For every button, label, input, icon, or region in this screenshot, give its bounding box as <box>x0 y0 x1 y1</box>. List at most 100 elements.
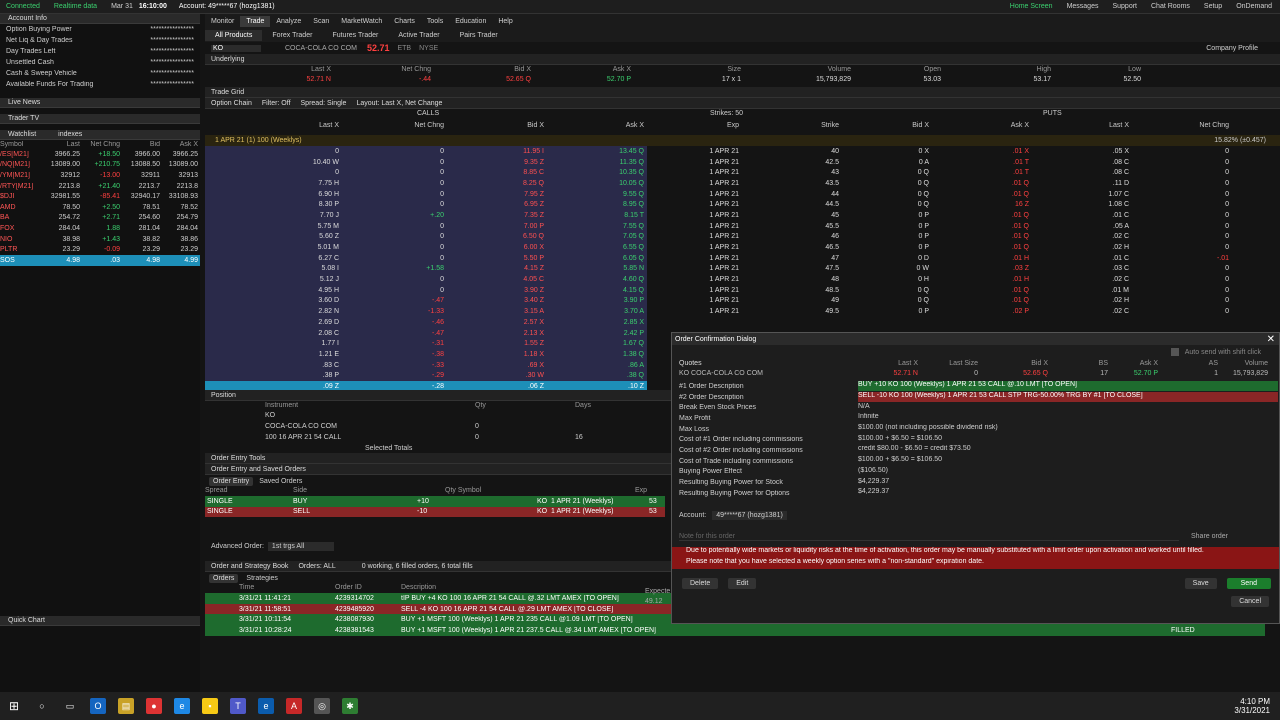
order-entry-row[interactable]: SINGLE BUY +10 KO 1 APR 21 (Weeklys) 53 <box>205 496 665 507</box>
windows-start-icon[interactable]: ⊞ <box>6 698 22 714</box>
task-view-icon[interactable]: ▭ <box>62 698 78 714</box>
spread-selector[interactable]: Spread: Single <box>301 100 347 107</box>
chain-row[interactable]: 5.60 Z 0 6.50 Q 7.05 Q 1 APR 21 46 0 P .01 Q .02… <box>205 231 1265 243</box>
order-entry-row[interactable]: SINGLE SELL -10 KO 1 APR 21 (Weeklys) 53 <box>205 506 665 518</box>
edge-icon[interactable]: e <box>174 698 190 714</box>
watchlist-row[interactable]: AMD 78.50 +2.50 78.51 78.52 <box>0 202 200 213</box>
edit-button[interactable]: Edit <box>728 578 757 590</box>
tab-strategies[interactable]: Strategies <box>246 575 278 582</box>
chrome-icon[interactable]: ● <box>146 698 162 714</box>
expiry-row[interactable]: 1 APR 21 (1) 100 (Weeklys) 15.82% (±0.45… <box>205 135 1280 146</box>
order-book-title[interactable]: Order and Strategy Book <box>211 563 288 570</box>
share-order-toggle[interactable]: Share order <box>1191 533 1228 540</box>
watchlist-row[interactable]: /YM[M21] 32912 -13.00 32911 32913 <box>0 170 200 181</box>
strikes-selector[interactable]: Strikes: 50 <box>710 110 743 117</box>
messages-link[interactable]: Messages <box>1067 3 1099 10</box>
chain-row[interactable]: 8.30 P 0 6.95 Z 8.95 Q 1 APR 21 44.5 0 Q 16 Z 1.… <box>205 199 1265 211</box>
tab-order-entry[interactable]: Order Entry <box>209 476 254 486</box>
layout-selector[interactable]: Layout: Last X, Net Change <box>356 100 442 107</box>
account-select[interactable]: 49*****67 (hozg1381) <box>712 511 787 521</box>
symbol-input[interactable]: KO <box>211 44 261 52</box>
cancel-button[interactable]: Cancel <box>1231 596 1269 608</box>
option-chain-title[interactable]: Option Chain <box>211 100 252 107</box>
live-news-header[interactable]: Live News <box>0 98 200 108</box>
account-info-header[interactable]: Account Info <box>0 14 200 24</box>
subtab-item[interactable]: Pairs Trader <box>450 30 508 41</box>
subtab-item[interactable]: All Products <box>205 29 263 41</box>
watchlist-row[interactable]: /RTY[M21] 2213.8 +21.40 2213.7 2213.8 <box>0 181 200 192</box>
company-profile-button[interactable]: Company Profile <box>1206 45 1258 52</box>
chain-row[interactable]: 6.90 H 0 7.95 Z 9.55 Q 1 APR 21 44 0 Q .01 Q 1.0… <box>205 188 1265 200</box>
tab-scan[interactable]: Scan <box>307 16 335 27</box>
save-button[interactable]: Save <box>1184 578 1217 590</box>
tab-marketwatch[interactable]: MarketWatch <box>335 16 388 27</box>
chain-row[interactable]: 4.95 H 0 3.90 Z 4.15 Q 1 APR 21 48.5 0 Q .01 Q.… <box>205 284 1265 296</box>
file-explorer-icon[interactable]: ▤ <box>118 698 134 714</box>
chain-col-header[interactable]: Strike <box>785 122 839 129</box>
tab-saved-orders[interactable]: Saved Orders <box>259 478 302 485</box>
chain-row[interactable]: 0 0 8.85 C 10.35 Q 1 APR 21 43 0 Q .01 T .08 C 0 <box>205 167 1265 179</box>
tab-charts[interactable]: Charts <box>388 16 421 27</box>
order-entry-cell[interactable]: +10 <box>417 498 429 505</box>
tab-monitor[interactable]: Monitor <box>205 16 240 27</box>
teams-icon[interactable]: T <box>230 698 246 714</box>
thinkorswim-icon[interactable]: ✱ <box>342 698 358 714</box>
watchlist-col-header[interactable]: Bid <box>120 141 160 148</box>
book-col-header[interactable]: Time <box>239 584 254 591</box>
ondemand-link[interactable]: OnDemand <box>1236 3 1272 10</box>
chain-row[interactable]: 3.60 D -.47 3.40 Z 3.90 P 1 APR 21 49 0 Q .01 Q… <box>205 295 1265 307</box>
tab-education[interactable]: Education <box>449 16 492 27</box>
chain-row[interactable]: 10.40 W 0 9.35 Z 11.35 Q 1 APR 21 42.5 0 A .01 … <box>205 156 1265 168</box>
chain-col-header[interactable]: Last X <box>1075 122 1129 129</box>
watchlist-row[interactable]: BA 254.72 +2.71 254.60 254.79 <box>0 213 200 224</box>
chain-row[interactable]: 2.69 D -.46 2.57 X 2.85 X <box>205 317 1265 328</box>
chain-row[interactable]: 2.82 N -1.33 3.15 A 3.70 A 1 APR 21 49.5 0 P .0… <box>205 306 1265 317</box>
watchlist-col-header[interactable]: Net Chng <box>80 141 120 148</box>
subtab-item[interactable]: Active Trader <box>388 30 449 41</box>
ie-icon[interactable]: e <box>258 698 274 714</box>
chain-row[interactable]: 7.75 H 0 8.25 Q 10.05 Q 1 APR 21 43.5 0 Q .01 Q… <box>205 178 1265 189</box>
order-entry-cell[interactable]: -10 <box>417 508 427 515</box>
note-input[interactable]: Note for this order <box>679 533 1179 541</box>
chain-col-header[interactable]: Ask X <box>975 122 1029 129</box>
delete-button[interactable]: Delete <box>682 578 719 590</box>
chain-col-header[interactable]: Net Chng <box>390 122 444 129</box>
watchlist-row[interactable]: NIO 38.98 +1.43 38.82 38.86 <box>0 234 200 245</box>
chain-row[interactable]: 6.27 C 0 5.50 P 6.05 Q 1 APR 21 47 0 D .01 H .01… <box>205 252 1265 264</box>
send-button[interactable]: Send <box>1226 578 1271 590</box>
chain-col-header[interactable]: Last X <box>285 122 339 129</box>
search-icon[interactable]: ○ <box>34 698 50 714</box>
tab-tools[interactable]: Tools <box>421 16 449 27</box>
watchlist-row[interactable]: /ES[M21] 3966.25 +18.50 3966.00 3966.25 <box>0 149 200 160</box>
setup-link[interactable]: Setup <box>1204 3 1222 10</box>
support-link[interactable]: Support <box>1112 3 1137 10</box>
outlook-icon[interactable]: O <box>90 698 106 714</box>
chain-row[interactable]: 5.12 J 0 4.05 C 4.60 Q 1 APR 21 48 0 H .01 H .02… <box>205 274 1265 285</box>
chain-col-header[interactable]: Bid X <box>875 122 929 129</box>
quick-chart-header[interactable]: Quick Chart <box>0 616 200 626</box>
acrobat-icon[interactable]: A <box>286 698 302 714</box>
subtab-item[interactable]: Futures Trader <box>322 30 388 41</box>
chain-row[interactable]: 0 0 11.95 I 13.45 Q 1 APR 21 40 0 X .01 X .05 X 0 <box>205 146 1265 157</box>
auto-send-checkbox[interactable] <box>1170 348 1179 356</box>
subtab-item[interactable]: Forex Trader <box>262 30 322 41</box>
watchlist-row[interactable]: $DJI 32981.55 -85.41 32940.17 33108.93 <box>0 191 200 202</box>
tab-trade[interactable]: Trade <box>240 15 271 27</box>
book-col-header[interactable]: Description <box>401 584 436 591</box>
underlying-header[interactable]: Underlying <box>205 54 1280 65</box>
chain-col-header[interactable]: Ask X <box>590 122 644 129</box>
filter-selector[interactable]: Filter: Off <box>262 100 291 107</box>
trade-grid-header[interactable]: Trade Grid <box>205 87 1280 98</box>
chain-col-header[interactable]: Exp <box>685 122 739 129</box>
watchlist-row[interactable]: /NQ[M21] 13089.00 +210.75 13088.50 13089.00 <box>0 160 200 171</box>
trader-tv-header[interactable]: Trader TV <box>0 114 200 124</box>
chain-row[interactable]: 5.75 M 0 7.00 P 7.55 Q 1 APR 21 45.5 0 P .01 Q.… <box>205 220 1265 232</box>
watchlist-col-header[interactable]: Symbol <box>0 141 40 148</box>
tab-help[interactable]: Help <box>492 16 518 27</box>
book-col-header[interactable]: Order ID <box>335 584 362 591</box>
tab-orders[interactable]: Orders <box>209 573 239 583</box>
watchlist-col-header[interactable]: Ask X <box>160 141 198 148</box>
tab-analyze[interactable]: Analyze <box>270 16 307 27</box>
watchlist-row[interactable]: PLTR 23.29 -0.09 23.29 23.29 <box>0 244 200 255</box>
advanced-order-select[interactable]: 1st trgs All <box>267 541 334 551</box>
